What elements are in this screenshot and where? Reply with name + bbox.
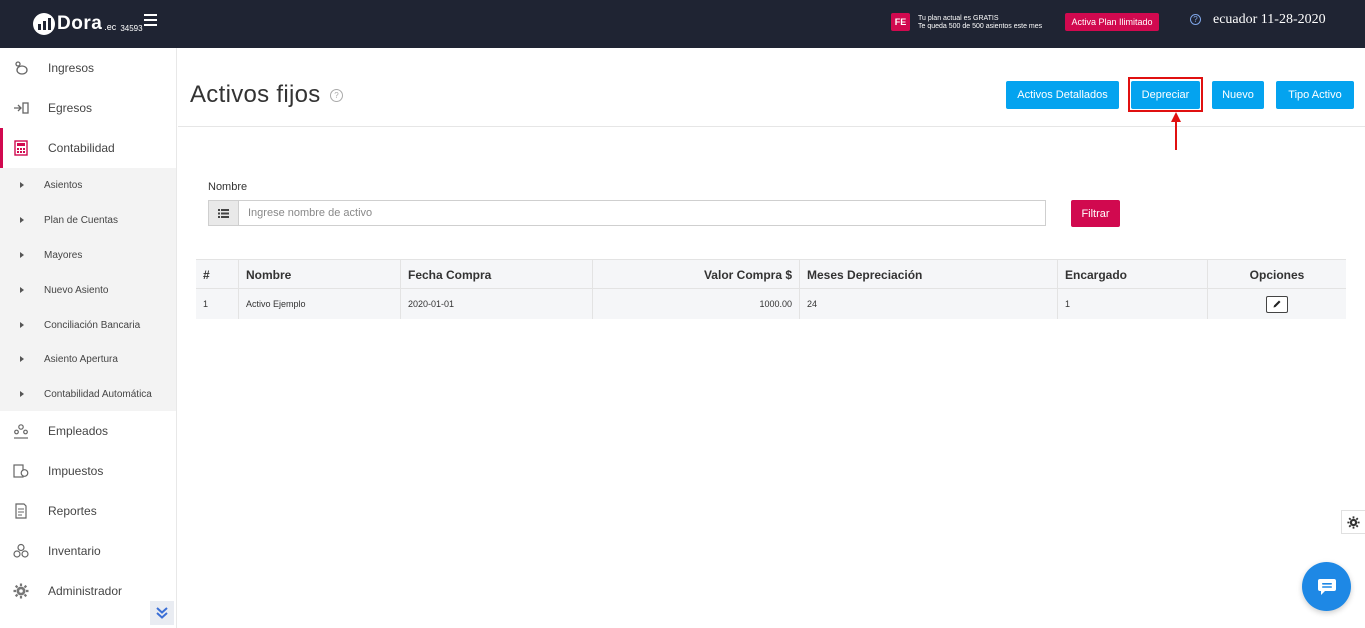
filter-label: Nombre (208, 181, 248, 193)
plan-status: Tu plan actual es GRATIS Te queda 500 de… (918, 15, 1042, 31)
table-cell: 1 (1058, 289, 1208, 319)
submenu-item-plan-de-cuentas[interactable]: Plan de Cuentas (0, 203, 176, 237)
sidebar-item-label: Impuestos (48, 464, 104, 478)
account-number: 34593 (120, 23, 143, 33)
taxes-icon (13, 464, 29, 478)
table-cell: 1 (196, 289, 239, 319)
logo-chart-icon (33, 13, 55, 35)
sidebar-item-empleados[interactable]: Empleados (0, 411, 177, 451)
logo-word: Dora (57, 13, 103, 34)
hamburger-menu-icon[interactable] (144, 14, 157, 26)
submenu-label: Contabilidad Automática (44, 388, 152, 400)
submenu-label: Conciliación Bancaria (44, 319, 141, 331)
submenu-label: Mayores (44, 249, 83, 261)
logo-ec: .ec (104, 22, 117, 32)
inventory-icon (13, 543, 29, 558)
table-row: 1 Activo Ejemplo 2020-01-01 1000.00 24 1 (196, 289, 1346, 319)
sidebar-item-label: Contabilidad (48, 141, 115, 155)
calculator-icon (14, 140, 28, 156)
table-cell: 24 (800, 289, 1058, 319)
chat-button[interactable] (1302, 562, 1351, 611)
annotation-arrow (1175, 120, 1177, 150)
asset-type-button[interactable]: Tipo Activo (1276, 81, 1354, 109)
column-header: Valor Compra $ (593, 260, 800, 290)
submenu-item-conciliacion-bancaria[interactable]: Conciliación Bancaria (0, 308, 176, 342)
scroll-down-button[interactable] (150, 601, 174, 625)
contabilidad-submenu: Asientos Plan de Cuentas Mayores Nuevo A… (0, 168, 176, 411)
asset-name-input[interactable] (238, 200, 1046, 226)
page-title: Activos fijos (190, 81, 321, 108)
submenu-label: Asiento Apertura (44, 353, 118, 365)
settings-fab[interactable] (1341, 510, 1365, 534)
gear-icon (1347, 515, 1360, 529)
input-addon (208, 200, 239, 226)
caret-right-icon (20, 391, 24, 397)
sidebar-item-impuestos[interactable]: Impuestos (0, 451, 177, 491)
help-icon[interactable]: ? (330, 89, 343, 102)
caret-right-icon (20, 182, 24, 188)
fe-badge: FE (891, 13, 910, 31)
submenu-item-nuevo-asiento[interactable]: Nuevo Asiento (0, 273, 176, 307)
filter-button[interactable]: Filtrar (1071, 200, 1120, 227)
sidebar-item-label: Inventario (48, 544, 101, 558)
edit-button[interactable] (1266, 295, 1288, 313)
logo[interactable]: Dora .ec 34593 (33, 12, 143, 36)
sidebar-item-inventario[interactable]: Inventario (0, 531, 177, 571)
user-country-date[interactable]: ecuador 11-28-2020 (1213, 12, 1326, 28)
sidebar-item-label: Reportes (48, 504, 97, 518)
caret-right-icon (20, 217, 24, 223)
submenu-label: Asientos (44, 179, 83, 191)
piggy-bank-icon (15, 61, 28, 75)
employees-icon (14, 424, 28, 439)
caret-right-icon (20, 356, 24, 362)
sidebar-item-egresos[interactable]: Egresos (0, 88, 177, 128)
sidebar-item-label: Egresos (48, 101, 93, 115)
arrow-out-icon (14, 102, 29, 114)
table-cell: 1000.00 (593, 289, 800, 319)
annotation-arrow-head (1171, 112, 1181, 122)
main-content: Activos fijos ? Activos Detallados Depre… (178, 48, 1365, 628)
column-header: Nombre (239, 260, 401, 290)
sidebar-item-ingresos[interactable]: Ingresos (0, 48, 177, 88)
plan-line-2: Te queda 500 de 500 asientos este mes (918, 23, 1043, 30)
top-bar: Dora .ec 34593 FE Tu plan actual es GRAT… (0, 0, 1365, 48)
double-chevron-down-icon (156, 607, 168, 619)
new-button[interactable]: Nuevo (1212, 81, 1264, 109)
chat-bubble-icon (1317, 578, 1336, 595)
sidebar-item-label: Administrador (48, 584, 123, 598)
annotation-highlight-box (1128, 77, 1203, 112)
column-header: # (196, 260, 239, 290)
submenu-item-asiento-apertura[interactable]: Asiento Apertura (0, 342, 176, 376)
column-header: Fecha Compra (401, 260, 593, 290)
caret-right-icon (20, 252, 24, 258)
column-header: Meses Depreciación (800, 260, 1058, 290)
submenu-item-asientos[interactable]: Asientos (0, 168, 176, 202)
sidebar-item-label: Ingresos (48, 61, 95, 75)
sidebar-item-label: Empleados (48, 424, 109, 438)
detailed-assets-button[interactable]: Activos Detallados (1006, 81, 1119, 109)
page-header: Activos fijos ? Activos Detallados Depre… (178, 48, 1365, 127)
table-cell: Activo Ejemplo (239, 289, 401, 319)
submenu-item-mayores[interactable]: Mayores (0, 238, 176, 272)
sidebar-item-contabilidad[interactable]: Contabilidad (0, 128, 177, 168)
plan-line-1: Tu plan actual es GRATIS (918, 15, 999, 22)
sidebar-item-reportes[interactable]: Reportes (0, 491, 177, 531)
submenu-label: Plan de Cuentas (44, 214, 118, 226)
reports-icon (15, 503, 27, 519)
table-cell-options (1208, 289, 1346, 319)
table-header-row: # Nombre Fecha Compra Valor Compra $ Mes… (196, 259, 1346, 290)
column-header: Encargado (1058, 260, 1208, 290)
activate-plan-button[interactable]: Activa Plan Ilimitado (1065, 13, 1159, 31)
pencil-icon (1273, 300, 1281, 308)
list-icon (218, 208, 229, 218)
help-icon[interactable]: ? (1190, 14, 1201, 25)
submenu-label: Nuevo Asiento (44, 284, 109, 296)
gear-icon (13, 583, 29, 599)
caret-right-icon (20, 287, 24, 293)
sidebar: Ingresos Egresos Contabilidad Asientos P… (0, 48, 177, 628)
table-cell: 2020-01-01 (401, 289, 593, 319)
caret-right-icon (20, 322, 24, 328)
submenu-item-contabilidad-automatica[interactable]: Contabilidad Automática (0, 377, 176, 411)
column-header: Opciones (1249, 268, 1305, 282)
